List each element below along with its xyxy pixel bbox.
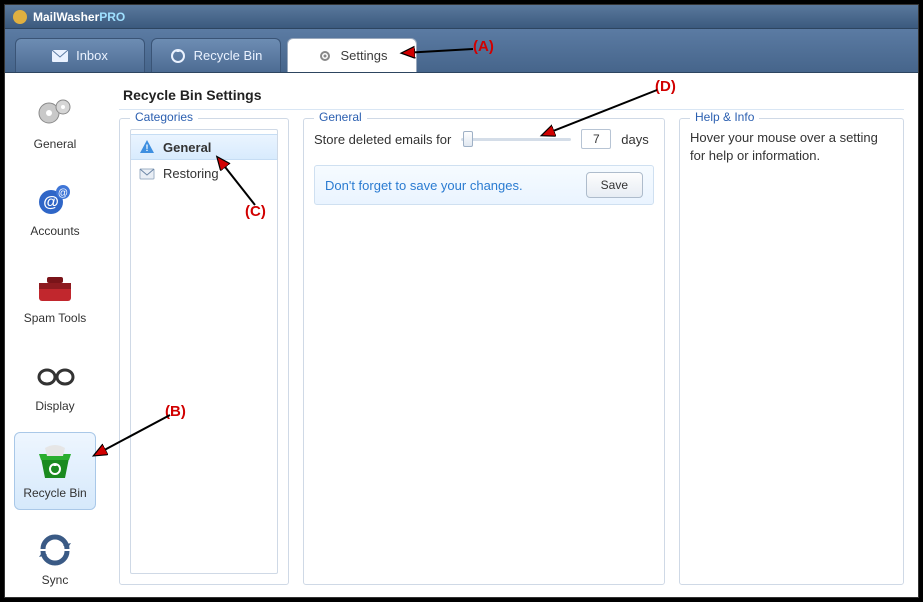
general-panel: General Store deleted emails for 7 days … [303,118,665,585]
sync-icon [33,529,77,569]
sidebar-item-spam-tools[interactable]: Spam Tools [14,258,96,335]
sidebar-item-label: Display [35,399,74,413]
app-window: MailWasherPRO Inbox Recycle Bin Settings [4,4,919,598]
sidebar-item-display[interactable]: Display [14,345,96,422]
sidebar-item-label: Accounts [30,224,79,238]
sidebar-item-accounts[interactable]: @@ Accounts [14,170,96,247]
sidebar-item-recycle-bin[interactable]: Recycle Bin [14,432,96,509]
page-title: Recycle Bin Settings [123,87,904,103]
tab-recycle-label: Recycle Bin [194,48,263,63]
restore-mail-icon [139,165,155,181]
sidebar-item-sync[interactable]: Sync [14,520,96,597]
help-text: Hover your mouse over a setting for help… [690,129,893,164]
svg-text:@: @ [43,194,59,211]
store-emails-row: Store deleted emails for 7 days [314,129,654,149]
sidebar-item-label: Recycle Bin [23,486,86,500]
svg-text:@: @ [58,188,68,199]
sidebar-item-label: Sync [42,573,69,587]
store-emails-label: Store deleted emails for [314,132,451,147]
title-divider [119,109,904,110]
toolbox-icon [33,267,77,307]
settings-content: Recycle Bin Settings Categories ! Genera… [105,73,918,597]
tab-settings[interactable]: Settings [287,38,417,72]
categories-list: ! General Restoring [130,129,278,574]
at-icon: @@ [33,180,77,220]
category-label: Restoring [163,166,219,181]
top-tab-bar: Inbox Recycle Bin Settings [5,29,918,73]
main-area: General @@ Accounts Spam Tools Display [5,73,918,597]
gear-icon [317,48,333,64]
recycle-bin-icon [33,442,77,482]
sidebar-item-label: General [34,137,77,151]
category-restoring[interactable]: Restoring [131,160,277,186]
settings-row: Categories ! General Restorin [119,118,904,585]
days-unit-label: days [621,132,648,147]
recycle-icon [170,48,186,64]
info-icon: ! [139,139,155,155]
save-button[interactable]: Save [586,172,643,198]
sidebar-item-general[interactable]: General [14,83,96,160]
help-panel: Help & Info Hover your mouse over a sett… [679,118,904,585]
help-legend: Help & Info [690,110,759,124]
tab-inbox[interactable]: Inbox [15,38,145,72]
save-bar: Don't forget to save your changes. Save [314,165,654,205]
title-bar: MailWasherPRO [5,5,918,29]
tab-inbox-label: Inbox [76,48,108,63]
categories-panel: Categories ! General Restorin [119,118,289,585]
tab-recycle-bin[interactable]: Recycle Bin [151,38,281,72]
days-slider[interactable] [461,130,571,148]
svg-text:!: ! [146,143,149,153]
glasses-icon [33,355,77,395]
days-input[interactable]: 7 [581,129,611,149]
general-legend: General [314,110,367,124]
category-general[interactable]: ! General [131,134,277,160]
sidebar-item-label: Spam Tools [24,311,86,325]
tab-settings-label: Settings [341,48,388,63]
category-label: General [163,140,211,155]
settings-sidebar: General @@ Accounts Spam Tools Display [5,73,105,597]
gears-icon [33,93,77,133]
categories-legend: Categories [130,110,198,124]
mail-icon [52,48,68,64]
save-reminder-text: Don't forget to save your changes. [325,178,523,193]
app-title: MailWasherPRO [33,10,125,24]
app-logo-icon [13,10,27,24]
